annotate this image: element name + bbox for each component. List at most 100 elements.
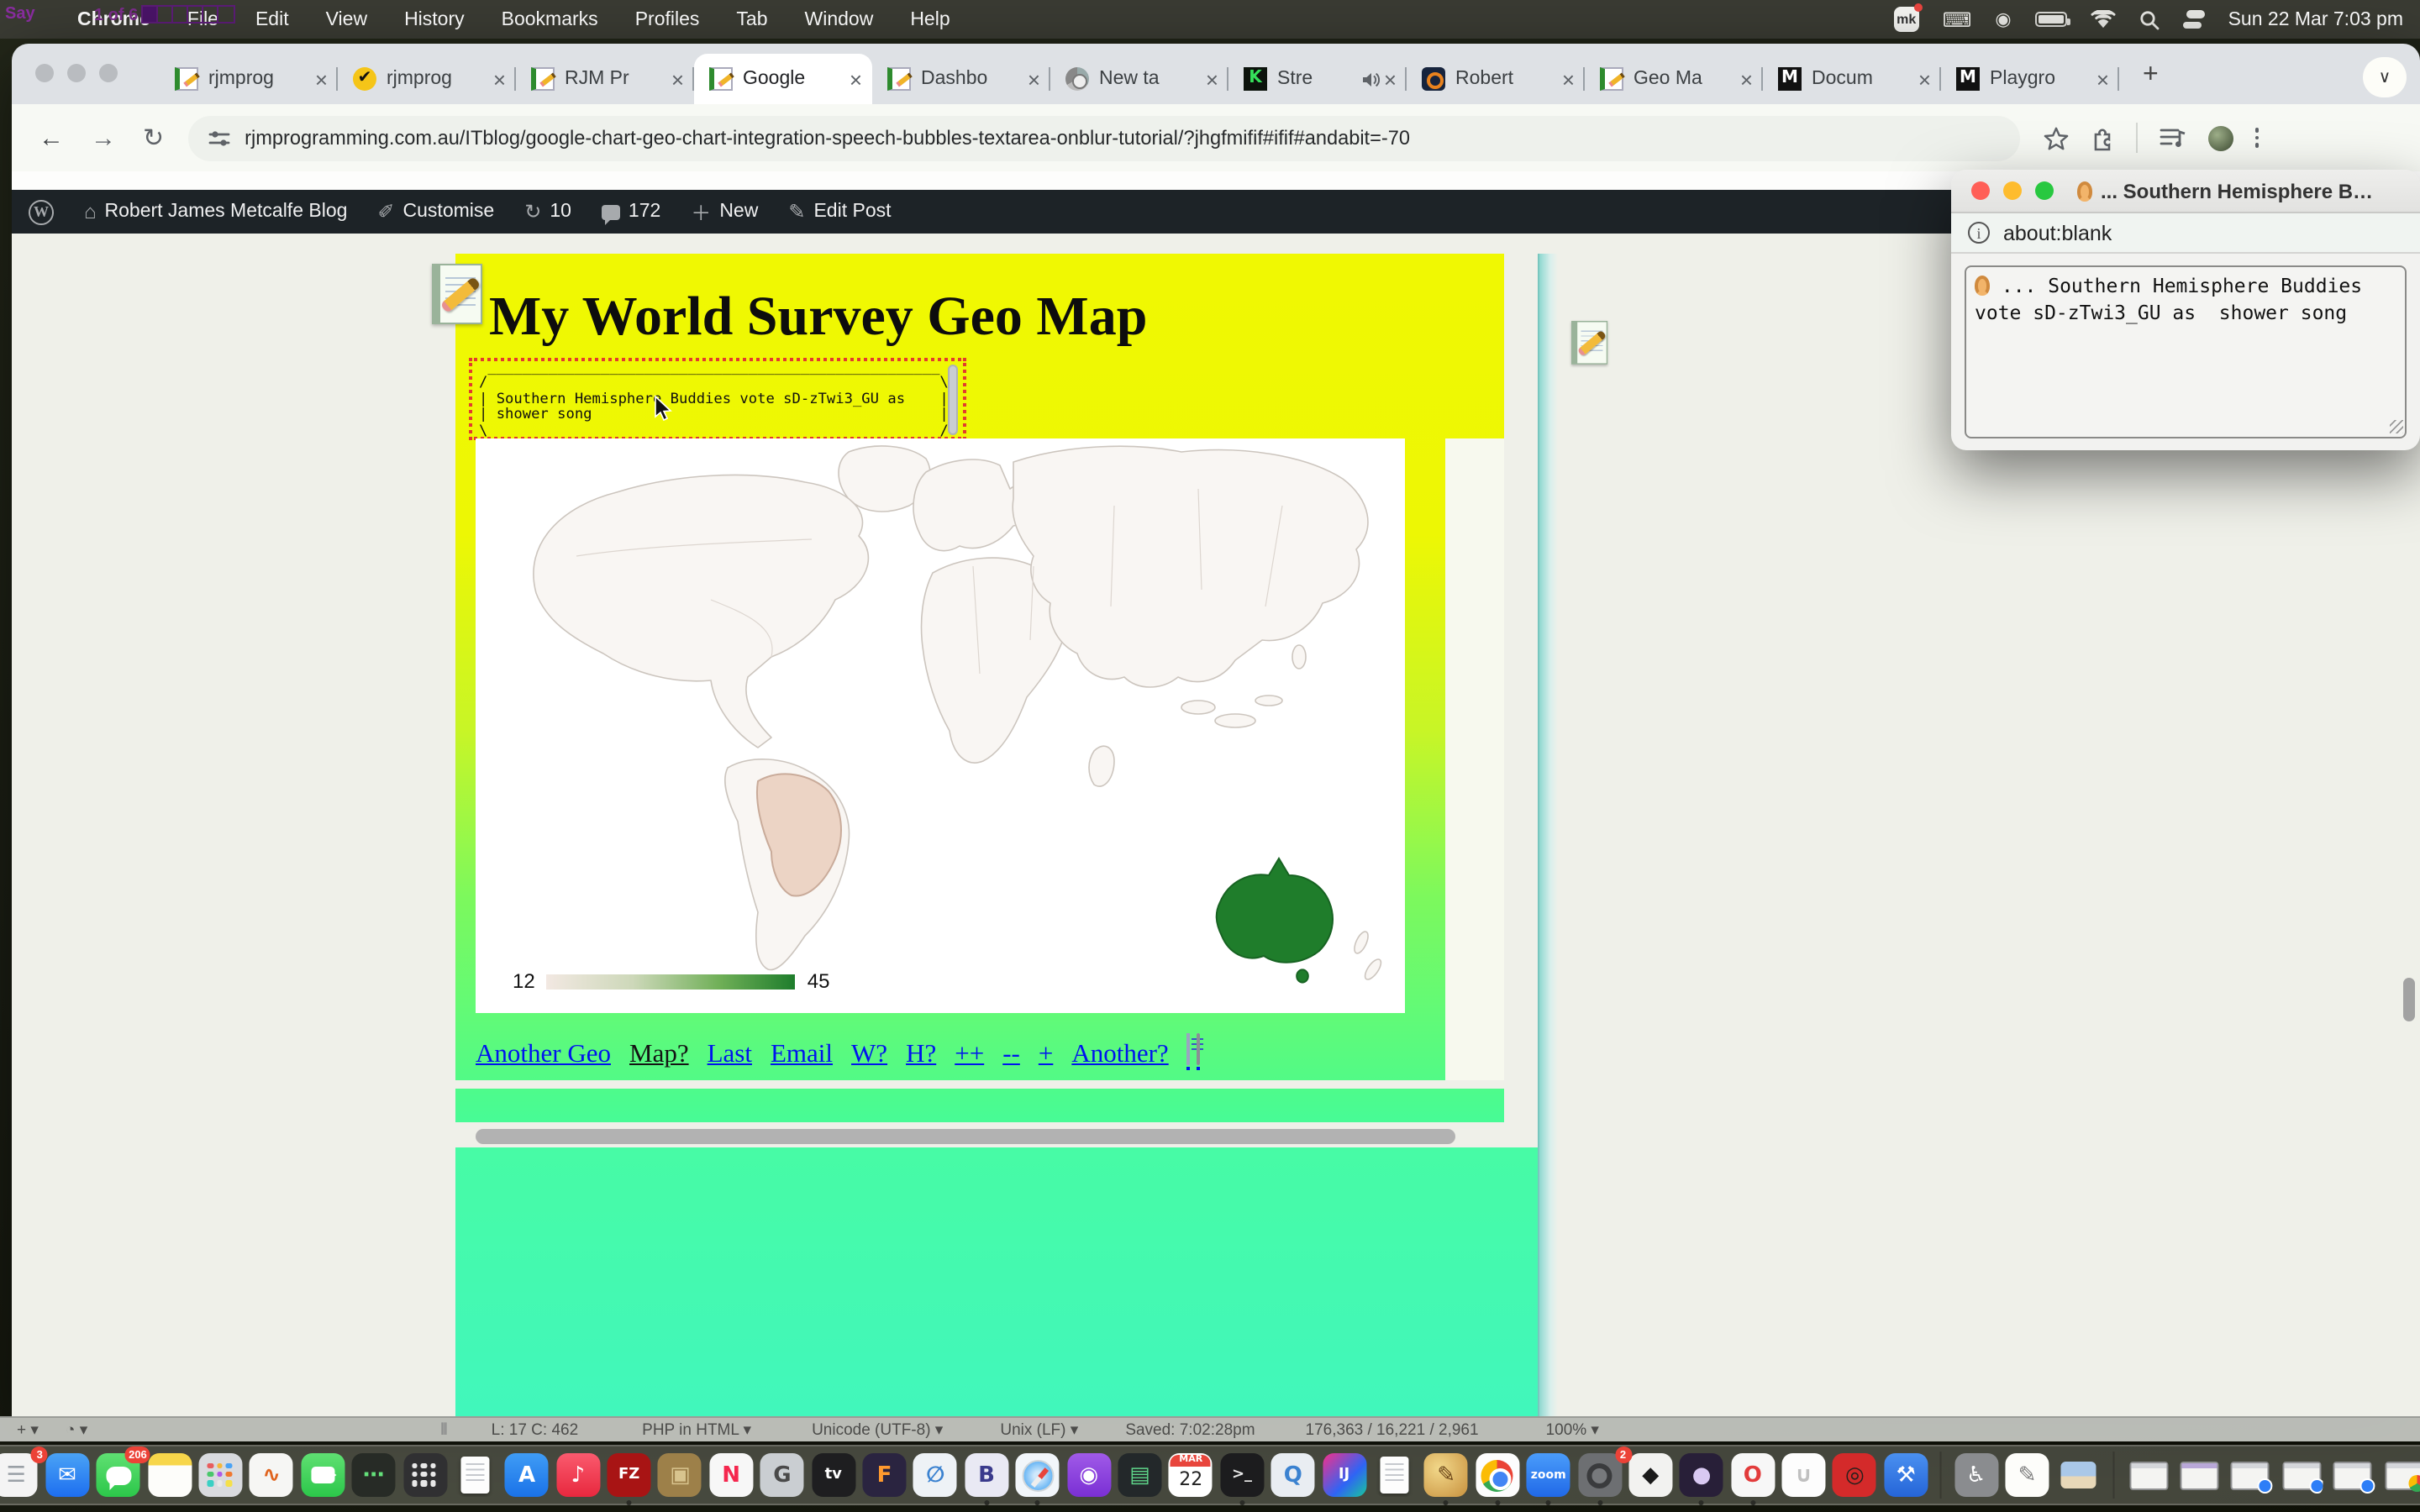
profile-avatar[interactable] [2207, 125, 2233, 150]
address-bar[interactable]: rjmprogramming.com.au/ITblog/google-char… [187, 115, 2019, 160]
tab-close-button[interactable]: × [315, 66, 328, 92]
dock-textedit[interactable] [454, 1453, 497, 1497]
link-another[interactable]: Another? [1071, 1040, 1168, 1070]
link-w[interactable]: W? [851, 1040, 887, 1070]
dock-min-window-sheet2[interactable] [2280, 1453, 2323, 1497]
popup-title-bar[interactable]: ... Southern Hemisphere B… [1951, 170, 2420, 213]
admin-updates[interactable]: ↻10 [524, 200, 571, 223]
link-h[interactable]: H? [906, 1040, 936, 1070]
menu-item-view[interactable]: View [326, 9, 367, 29]
wordpress-logo-icon[interactable]: W [29, 199, 54, 224]
dock-terminal[interactable]: >_ [1220, 1453, 1264, 1497]
popup-textarea[interactable]: ... Southern Hemisphere Buddies vote sD-… [1965, 265, 2407, 438]
menu-bar-clock[interactable]: Sun 22 Mar 7:03 pm [2228, 9, 2403, 29]
tab-close-button[interactable]: × [2096, 66, 2109, 92]
statusbar-item-0[interactable]: L: 17 C: 462 [492, 1420, 579, 1439]
link-[interactable]: -- [1002, 1040, 1020, 1070]
dock-intellij[interactable]: IJ [1323, 1453, 1366, 1497]
dock-chrome[interactable] [1476, 1453, 1519, 1497]
dock-news[interactable]: N [709, 1453, 753, 1497]
tab-close-button[interactable]: × [1562, 66, 1575, 92]
dock-podcasts[interactable]: ◉ [1067, 1453, 1111, 1497]
dock-appstore[interactable]: A [505, 1453, 549, 1497]
dock-min-window-purple[interactable] [2178, 1453, 2222, 1497]
link-anothergeo[interactable]: Another Geo [476, 1040, 611, 1070]
statusbar-grip[interactable]: ⦀ [440, 1420, 447, 1439]
popup-traffic-lights[interactable] [1971, 181, 2054, 200]
tab-stre[interactable]: KStre× [1228, 54, 1407, 104]
forward-button[interactable]: → [91, 123, 116, 152]
dock-terminal-utility[interactable]: ⋯ [352, 1453, 396, 1497]
dock-messages[interactable]: 206 [97, 1453, 140, 1497]
dock-no-sign[interactable]: ∅ [913, 1453, 957, 1497]
textarea-resize-handle[interactable] [2390, 420, 2403, 433]
statusbar-item-2[interactable]: Unicode (UTF-8) ▾ [812, 1420, 943, 1439]
dock-paint[interactable]: ✎ [1424, 1453, 1468, 1497]
dock-bbedit[interactable]: B [965, 1453, 1008, 1497]
dock-coteditor[interactable]: ∪ [1782, 1453, 1826, 1497]
dock-mail[interactable]: ✉ [45, 1453, 89, 1497]
link-last[interactable]: Last [708, 1040, 752, 1070]
dock-min-window-sheet1[interactable] [2228, 1453, 2272, 1497]
tab-audio-icon[interactable] [1362, 70, 1381, 88]
wifi-icon[interactable] [2091, 10, 2116, 29]
playback-icon[interactable]: ◉ [1995, 8, 2011, 30]
info-icon[interactable]: i [1968, 222, 1990, 244]
dock-quicktime[interactable]: Q [1271, 1453, 1315, 1497]
tab-close-button[interactable]: × [493, 66, 506, 92]
close-button[interactable] [1971, 181, 1990, 200]
geo-chart[interactable]: 12 45 [476, 438, 1405, 1013]
speech-bubble-textarea[interactable]: ________________________________________… [469, 358, 966, 440]
url-text[interactable]: rjmprogramming.com.au/ITblog/google-char… [245, 126, 1410, 150]
vertical-scrollbar-thumb[interactable] [2403, 978, 2415, 1021]
dock-firefox[interactable]: F [863, 1453, 907, 1497]
tab-google[interactable]: Google× [694, 54, 872, 104]
menu-item-help[interactable]: Help [910, 9, 950, 29]
statusbar-item-5[interactable]: 176,363 / 16,221 / 2,961 [1306, 1420, 1479, 1439]
link-[interactable]: ++ [955, 1040, 984, 1070]
dock-min-window-chrome[interactable] [2382, 1453, 2420, 1497]
tab-dashbo[interactable]: Dashbo× [872, 54, 1050, 104]
admin-site-name[interactable]: ⌂Robert James Metcalfe Blog [84, 200, 347, 223]
window-traffic-lights[interactable] [35, 64, 118, 82]
popup-url[interactable]: about:blank [2003, 221, 2112, 244]
horizontal-scrollbar[interactable] [476, 1129, 1455, 1144]
tab-new-ta[interactable]: New ta× [1050, 54, 1228, 104]
tab-overflow-button[interactable]: ∨ [2363, 57, 2407, 97]
dock-calendar[interactable]: MAR22 [1169, 1453, 1213, 1497]
statusbar-item-6[interactable]: 100% ▾ [1546, 1420, 1599, 1439]
statusbar-add-button[interactable]: + ▾ [17, 1420, 39, 1439]
dock-libreoffice[interactable] [1373, 1453, 1417, 1497]
zoom-button[interactable] [2035, 181, 2054, 200]
dock-grapher[interactable]: ∿ [250, 1453, 293, 1497]
menu-item-edit[interactable]: Edit [255, 9, 289, 29]
dock-min-window-sheet3[interactable] [2331, 1453, 2375, 1497]
tv-guide-link-icon[interactable] [1187, 1035, 1191, 1070]
dock-notes-pencil[interactable]: ✎ [2006, 1453, 2049, 1497]
new-tab-button[interactable]: + [2143, 60, 2159, 91]
tab-rjm-pr[interactable]: RJM Pr× [516, 54, 694, 104]
dock-apple-tv[interactable]: tv [812, 1453, 855, 1497]
menu-item-tab[interactable]: Tab [736, 9, 767, 29]
link-[interactable]: + [1039, 1040, 1054, 1070]
textarea-scrollbar[interactable] [948, 365, 958, 435]
dock-safari[interactable] [1016, 1453, 1060, 1497]
tab-rjmprog[interactable]: rjmprog× [160, 54, 338, 104]
minimize-button[interactable] [2003, 181, 2022, 200]
spotlight-search-icon[interactable] [2139, 9, 2160, 29]
dock-xcode[interactable]: ⚒ [1884, 1453, 1928, 1497]
dock-opera[interactable]: O [1731, 1453, 1775, 1497]
dock-music[interactable]: ♪ [556, 1453, 600, 1497]
tab-rjmprog[interactable]: rjmprog× [338, 54, 516, 104]
menu-item-profiles[interactable]: Profiles [635, 9, 700, 29]
menu-item-history[interactable]: History [404, 9, 465, 29]
site-settings-icon[interactable] [208, 127, 229, 149]
extensions-icon[interactable] [2090, 125, 2113, 150]
dock-code-window[interactable]: ▤ [1118, 1453, 1161, 1497]
control-center-icon[interactable] [2183, 10, 2205, 29]
menu-item-bookmarks[interactable]: Bookmarks [502, 9, 598, 29]
tab-docum[interactable]: MDocum× [1763, 54, 1941, 104]
dock-calculator[interactable] [403, 1453, 447, 1497]
tab-geo-ma[interactable]: Geo Ma× [1585, 54, 1763, 104]
dock-gimp[interactable]: G [760, 1453, 804, 1497]
